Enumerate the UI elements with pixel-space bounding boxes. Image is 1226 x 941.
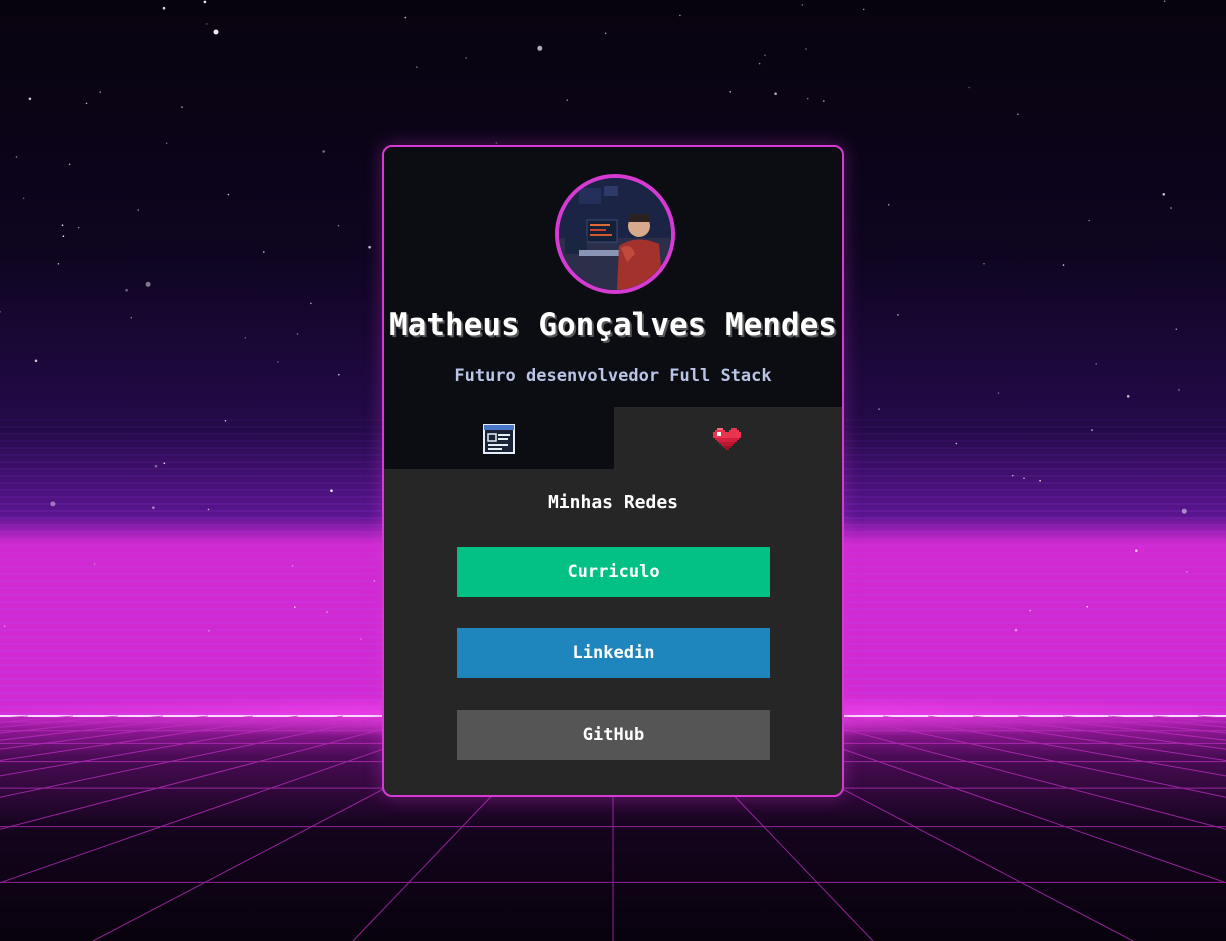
profile-name: Matheus Gonçalves Mendes: [389, 307, 837, 343]
document-icon: [483, 424, 515, 458]
tab-links[interactable]: [614, 407, 842, 469]
tab-info[interactable]: [384, 407, 614, 469]
profile-avatar: [555, 174, 675, 294]
github-button[interactable]: GitHub: [457, 710, 770, 760]
profile-photo: [559, 178, 671, 290]
linkedin-button[interactable]: Linkedin: [457, 628, 770, 678]
heart-icon: [713, 424, 741, 456]
profile-header: Matheus Gonçalves Mendes Futuro desenvol…: [384, 147, 842, 407]
links-title: Minhas Redes: [547, 492, 679, 513]
profile-card: Matheus Gonçalves Mendes Futuro desenvol…: [382, 145, 844, 797]
profile-subtitle: Futuro desenvolvedor Full Stack: [454, 366, 772, 386]
curriculo-button[interactable]: Curriculo: [457, 547, 770, 597]
